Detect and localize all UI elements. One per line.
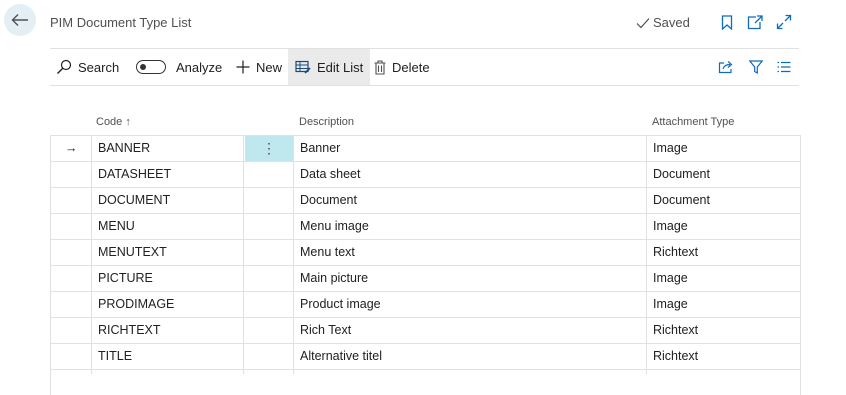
cell-code[interactable]: PRODIMAGE: [98, 292, 174, 317]
search-button[interactable]: Search: [56, 49, 119, 85]
cell-code[interactable]: DATASHEET: [98, 162, 171, 187]
table-row[interactable]: TITLE Alternative titel Richtext: [51, 344, 800, 370]
column-header-attachment-type[interactable]: Attachment Type: [652, 116, 734, 128]
cell-code[interactable]: BANNER: [98, 136, 150, 161]
cell-description[interactable]: Alternative titel: [300, 344, 382, 369]
cell-code[interactable]: MENU: [98, 214, 135, 239]
edit-list-label: Edit List: [317, 59, 364, 75]
cell-description[interactable]: Menu image: [300, 214, 369, 239]
column-divider: [646, 135, 647, 374]
cell-attachment-type[interactable]: Image: [653, 136, 688, 161]
page-title: PIM Document Type List: [50, 15, 192, 30]
analyze-toggle[interactable]: Analyze: [136, 49, 222, 85]
list-icon: [777, 61, 791, 73]
row-menu-button[interactable]: ⋮: [245, 136, 293, 161]
saved-label: Saved: [653, 15, 690, 30]
cell-attachment-type[interactable]: Document: [653, 188, 710, 213]
cell-description[interactable]: Rich Text: [300, 318, 351, 343]
cell-description[interactable]: Banner: [300, 136, 340, 161]
column-divider: [243, 135, 244, 374]
cell-code[interactable]: DOCUMENT: [98, 188, 170, 213]
cell-description[interactable]: Data sheet: [300, 162, 360, 187]
share-button[interactable]: [717, 58, 735, 76]
share-icon: [718, 61, 733, 74]
table-row[interactable]: PRODIMAGE Product image Image: [51, 292, 800, 318]
sort-ascending-icon: ↑: [125, 116, 131, 128]
cell-description[interactable]: Product image: [300, 292, 381, 317]
cell-description[interactable]: Document: [300, 188, 357, 213]
filter-icon: [749, 60, 763, 74]
delete-label: Delete: [392, 59, 430, 75]
plus-icon: [236, 60, 250, 74]
cell-description[interactable]: Main picture: [300, 266, 368, 291]
table-row[interactable]: DOCUMENT Document Document: [51, 188, 800, 214]
trash-icon: [374, 59, 386, 75]
cell-attachment-type[interactable]: Document: [653, 162, 710, 187]
column-header-code[interactable]: Code ↑: [96, 116, 131, 128]
row-indicator-arrow-icon: →: [65, 141, 78, 155]
new-button[interactable]: New: [236, 49, 282, 85]
search-label: Search: [78, 59, 120, 75]
cell-code[interactable]: PICTURE: [98, 266, 153, 291]
search-icon: [57, 59, 72, 74]
cell-attachment-type[interactable]: Image: [653, 214, 688, 239]
document-type-table: → BANNER ⋮ Banner Image DATASHEET Data s…: [50, 135, 801, 395]
cell-description[interactable]: Menu text: [300, 240, 355, 265]
bookmark-button[interactable]: [718, 13, 736, 31]
column-header-description[interactable]: Description: [299, 116, 354, 128]
table-row[interactable]: MENUTEXT Menu text Richtext: [51, 240, 800, 266]
cell-attachment-type[interactable]: Image: [653, 292, 688, 317]
cell-code[interactable]: MENUTEXT: [98, 240, 167, 265]
table-row[interactable]: RICHTEXT Rich Text Richtext: [51, 318, 800, 344]
column-divider: [293, 135, 294, 374]
column-divider: [91, 135, 92, 374]
checkmark-icon: [636, 17, 650, 28]
filter-button[interactable]: [747, 58, 765, 76]
cell-attachment-type[interactable]: Richtext: [653, 318, 698, 343]
bookmark-icon: [721, 14, 733, 30]
table-row[interactable]: MENU Menu image Image: [51, 214, 800, 240]
action-bar: Search Analyze New Edit List Delete: [50, 48, 799, 86]
new-label: New: [256, 59, 283, 75]
cell-attachment-type[interactable]: Richtext: [653, 344, 698, 369]
open-new-window-button[interactable]: [746, 13, 764, 31]
table-row[interactable]: DATASHEET Data sheet Document: [51, 162, 800, 188]
cell-code[interactable]: TITLE: [98, 344, 132, 369]
saved-status: Saved: [636, 15, 690, 30]
edit-list-icon: [295, 60, 311, 74]
toggle-switch[interactable]: [136, 60, 166, 74]
table-row[interactable]: PICTURE Main picture Image: [51, 266, 800, 292]
expand-button[interactable]: [775, 13, 793, 31]
column-header-code-label: Code: [96, 116, 123, 128]
analyze-label: Analyze: [176, 59, 223, 75]
edit-list-button[interactable]: Edit List: [288, 49, 371, 85]
cell-attachment-type[interactable]: Image: [653, 266, 688, 291]
more-options-icon: ⋮: [262, 140, 276, 156]
back-arrow-icon: [11, 14, 28, 26]
cell-code[interactable]: RICHTEXT: [98, 318, 161, 343]
table-row[interactable]: → BANNER ⋮ Banner Image: [51, 136, 800, 162]
delete-button[interactable]: Delete: [374, 49, 430, 85]
expand-icon: [776, 14, 792, 30]
cell-attachment-type[interactable]: Richtext: [653, 240, 698, 265]
open-new-window-icon: [747, 14, 763, 29]
list-view-button[interactable]: [775, 58, 793, 76]
back-button[interactable]: [4, 4, 36, 36]
